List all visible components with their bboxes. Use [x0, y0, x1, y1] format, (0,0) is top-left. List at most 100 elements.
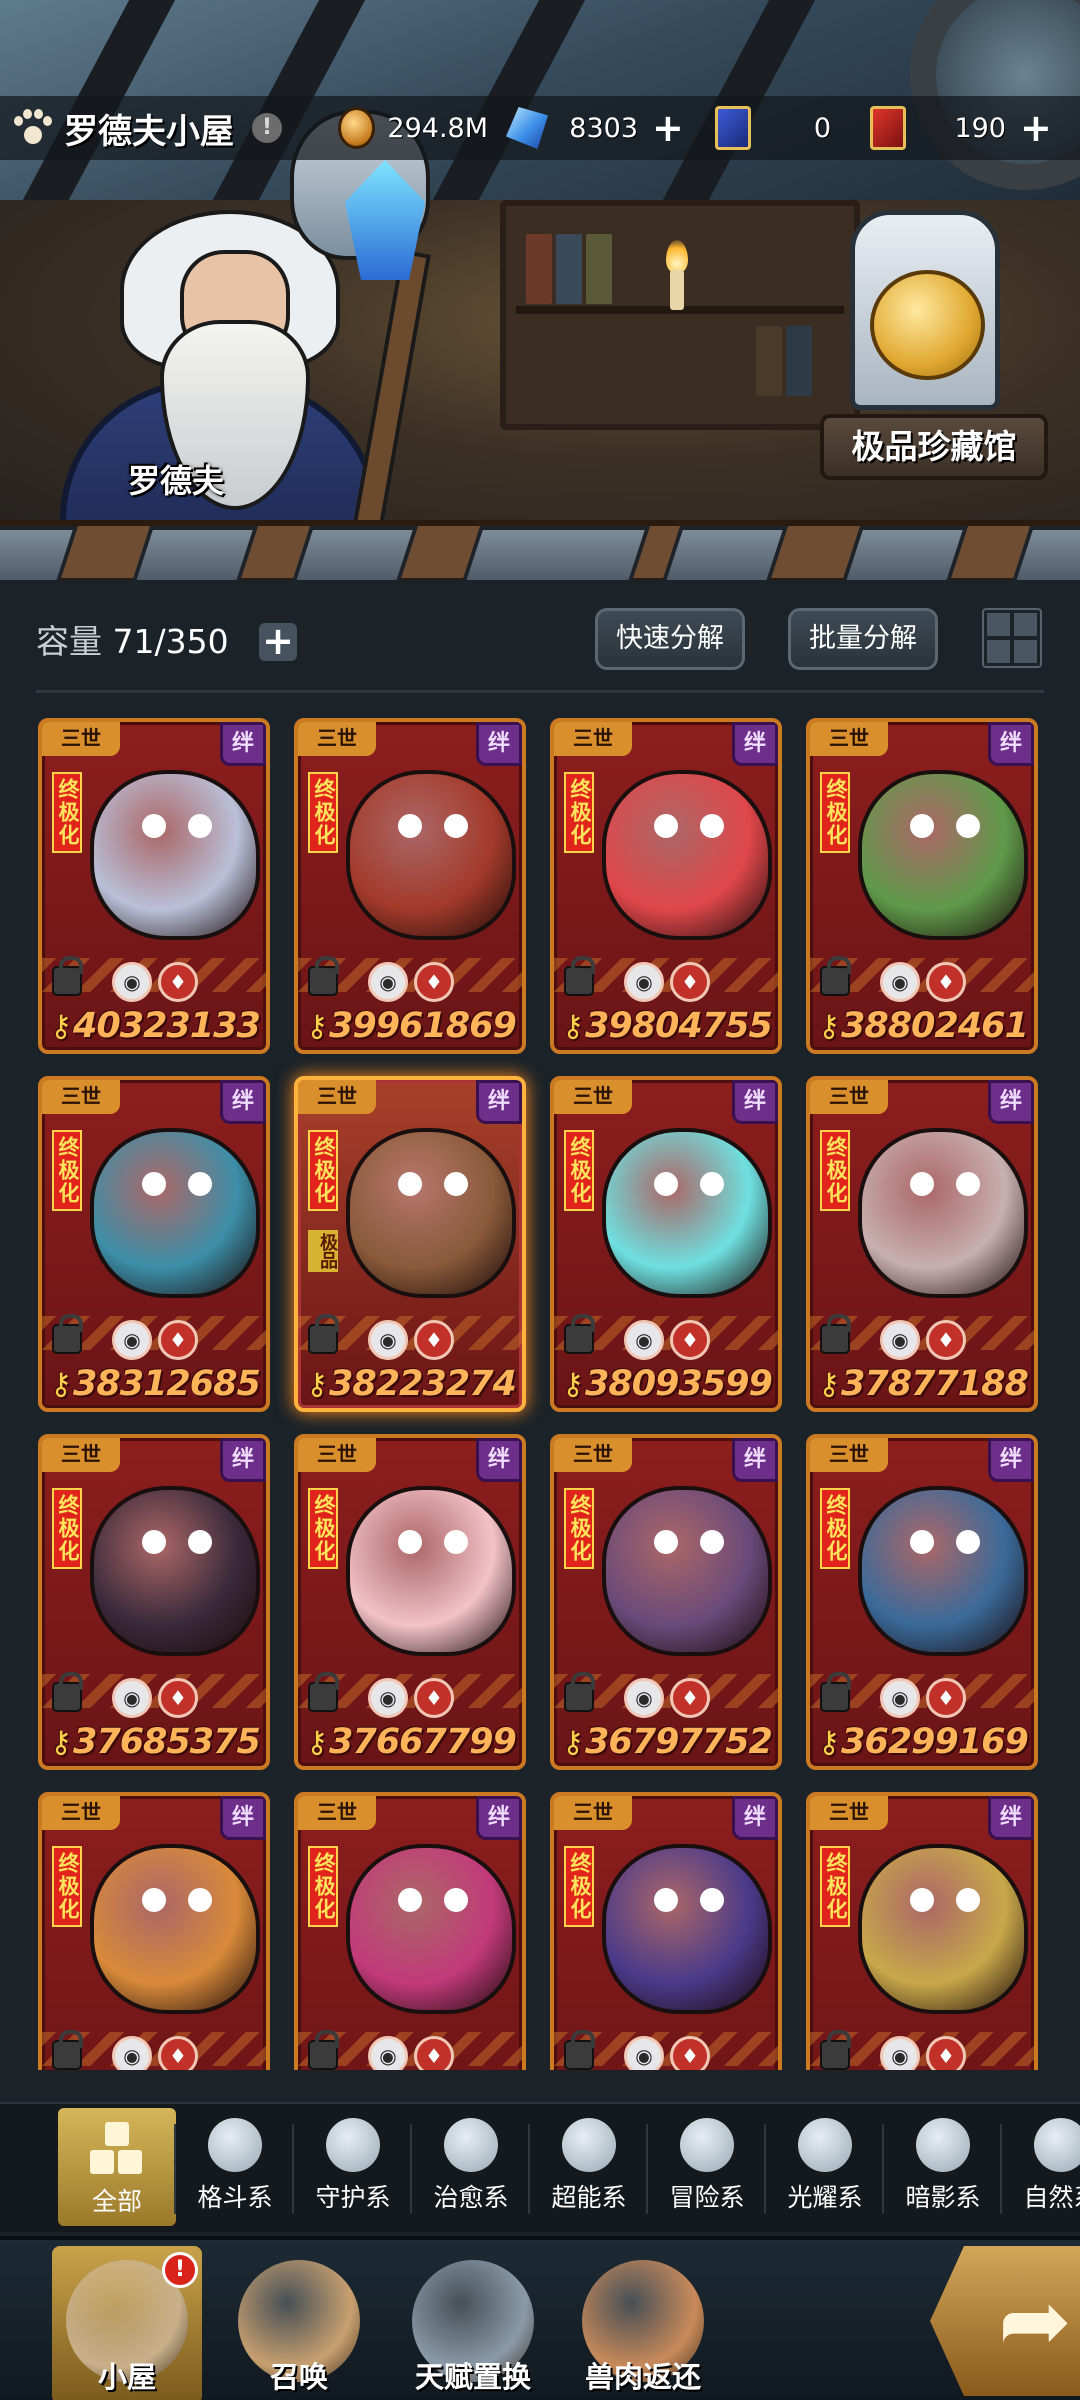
- element-icon: ♦: [670, 2036, 710, 2070]
- filter-separator: [882, 2124, 884, 2214]
- nav-egg[interactable]: 召唤: [224, 2246, 374, 2400]
- filter-eye[interactable]: 暗影系: [884, 2104, 1002, 2230]
- quick-decompose-button[interactable]: 快速分解: [595, 608, 745, 670]
- lock-icon[interactable]: [820, 956, 851, 996]
- creature-card[interactable]: 三世绊终极化 ◉ ♦ ⚷ 36299169: [806, 1434, 1038, 1770]
- creature-portrait: [602, 770, 772, 940]
- golden-idol-icon[interactable]: [870, 270, 985, 380]
- creature-card[interactable]: 三世绊终极化 ◉ ♦ ⚷ 38093599: [550, 1076, 782, 1412]
- creature-card[interactable]: 三世 绊终极化 ◉ ♦: [550, 1792, 782, 2070]
- nav-meat[interactable]: 兽肉返还: [568, 2246, 718, 2400]
- paw-icon: [12, 108, 52, 148]
- lock-icon[interactable]: [52, 1314, 83, 1354]
- add-gold-ticket-button[interactable]: +: [1020, 109, 1052, 147]
- filter-all-blocks[interactable]: 全部: [58, 2108, 176, 2226]
- filter-sprout[interactable]: 治愈系: [412, 2104, 530, 2230]
- add-crystal-button[interactable]: +: [652, 109, 684, 147]
- filter-fist[interactable]: 格斗系: [176, 2104, 294, 2230]
- creature-card[interactable]: 三世绊终极化 极品 ◉ ♦ ⚷ 38223274: [294, 1076, 526, 1412]
- lock-icon[interactable]: [820, 1672, 851, 1712]
- filter-leaf[interactable]: 自然系: [1002, 2104, 1080, 2230]
- bond-badge: 绊: [476, 1438, 522, 1482]
- generation-tag: 三世: [42, 1080, 120, 1114]
- nav-swap[interactable]: 天赋置换: [398, 2246, 548, 2400]
- lock-icon[interactable]: [308, 1672, 339, 1712]
- generation-tag: 三世: [810, 1796, 888, 1830]
- power-value: 37667799: [328, 1722, 517, 1762]
- power-value: 37877188: [840, 1364, 1029, 1404]
- lock-icon[interactable]: [564, 2030, 595, 2070]
- creature-portrait: [90, 770, 260, 940]
- filter-shield[interactable]: 守护系: [294, 2104, 412, 2230]
- creature-card[interactable]: 三世 绊终极化 ◉ ♦: [38, 1792, 270, 2070]
- creature-card[interactable]: 三世 绊终极化 ◉ ♦: [806, 1792, 1038, 2070]
- bottom-nav: ! 小屋 召唤 天赋置换 兽肉返还: [0, 2236, 1080, 2400]
- class-icon: ◉: [880, 1320, 920, 1360]
- power-icon: ⚷: [562, 1008, 584, 1044]
- lock-icon[interactable]: [52, 956, 83, 996]
- power-value: 39804755: [584, 1006, 773, 1046]
- ultimate-tag: 终极化: [52, 1488, 82, 1569]
- class-icon: ◉: [624, 962, 664, 1002]
- lock-icon[interactable]: [52, 2030, 83, 2070]
- filter-star-cross[interactable]: 光耀系: [766, 2104, 884, 2230]
- lock-icon[interactable]: [564, 1314, 595, 1354]
- creature-card[interactable]: 三世绊终极化 ◉ ♦ ⚷ 40323133: [38, 718, 270, 1054]
- lock-icon[interactable]: [820, 2030, 851, 2070]
- creature-card[interactable]: 三世绊终极化 ◉ ♦ ⚷ 37685375: [38, 1434, 270, 1770]
- creature-portrait: [90, 1486, 260, 1656]
- element-icon: ♦: [926, 1320, 966, 1360]
- capacity-value: 71/350: [112, 622, 229, 661]
- gold-value: 294.8M: [387, 112, 488, 144]
- creature-card[interactable]: 三世绊终极化 ◉ ♦ ⚷ 38802461: [806, 718, 1038, 1054]
- element-icon: ♦: [414, 1678, 454, 1718]
- gold-resource: 294.8M: [338, 100, 488, 156]
- element-icon: ♦: [414, 2036, 454, 2070]
- power-icon: ⚷: [818, 1008, 840, 1044]
- combat-power: ⚷ 36797752: [562, 1722, 773, 1762]
- flame-totem-icon: [680, 2118, 734, 2172]
- arrow-right-icon: ➦: [998, 2269, 1072, 2372]
- ultimate-tag: 终极化: [820, 1488, 850, 1569]
- nav-label: 召唤: [269, 2360, 328, 2394]
- nav-label: 天赋置换: [414, 2360, 531, 2394]
- creature-card[interactable]: 三世绊终极化 ◉ ♦ ⚷ 39804755: [550, 718, 782, 1054]
- lock-icon[interactable]: [308, 2030, 339, 2070]
- element-icon: ♦: [414, 962, 454, 1002]
- gold-ticket-icon: [870, 106, 906, 150]
- creature-card[interactable]: 三世绊终极化 ◉ ♦ ⚷ 36797752: [550, 1434, 782, 1770]
- creature-card[interactable]: 三世绊终极化 ◉ ♦ ⚷ 37877188: [806, 1076, 1038, 1412]
- batch-decompose-button[interactable]: 批量分解: [788, 608, 938, 670]
- combat-power: ⚷ 36299169: [818, 1722, 1029, 1762]
- info-icon[interactable]: !: [252, 113, 282, 143]
- lock-icon[interactable]: [308, 1314, 339, 1354]
- alert-badge: !: [162, 2252, 198, 2288]
- creature-portrait: [346, 1844, 516, 2014]
- lock-icon[interactable]: [564, 1672, 595, 1712]
- creature-card[interactable]: 三世绊终极化 ◉ ♦ ⚷ 39961869: [294, 718, 526, 1054]
- bond-badge: 绊: [732, 722, 778, 766]
- filter-alien[interactable]: 超能系: [530, 2104, 648, 2230]
- collection-hall-button[interactable]: 极品珍藏馆: [820, 414, 1048, 480]
- all-blocks-icon: [90, 2122, 144, 2176]
- hut-title: 罗德夫小屋 !: [0, 96, 282, 160]
- expand-capacity-button[interactable]: +: [259, 622, 297, 661]
- card-ticket-value: 0: [813, 112, 831, 144]
- lock-icon[interactable]: [308, 956, 339, 996]
- lock-icon[interactable]: [52, 1672, 83, 1712]
- ultimate-tag: 终极化: [564, 1130, 594, 1211]
- generation-tag: 三世: [810, 1438, 888, 1472]
- creature-card[interactable]: 三世绊终极化 ◉ ♦ ⚷ 37667799: [294, 1434, 526, 1770]
- lock-icon[interactable]: [820, 1314, 851, 1354]
- element-icon: ♦: [926, 2036, 966, 2070]
- power-icon: ⚷: [306, 1008, 328, 1044]
- nav-house[interactable]: ! 小屋: [52, 2246, 202, 2400]
- filter-flame-totem[interactable]: 冒险系: [648, 2104, 766, 2230]
- power-icon: ⚷: [50, 1008, 72, 1044]
- lock-icon[interactable]: [564, 956, 595, 996]
- grid-view-icon[interactable]: [982, 608, 1042, 668]
- creature-card[interactable]: 三世 绊终极化 ◉ ♦: [294, 1792, 526, 2070]
- bond-badge: 绊: [988, 1796, 1034, 1840]
- filter-separator: [764, 2124, 766, 2214]
- creature-card[interactable]: 三世绊终极化 ◉ ♦ ⚷ 38312685: [38, 1076, 270, 1412]
